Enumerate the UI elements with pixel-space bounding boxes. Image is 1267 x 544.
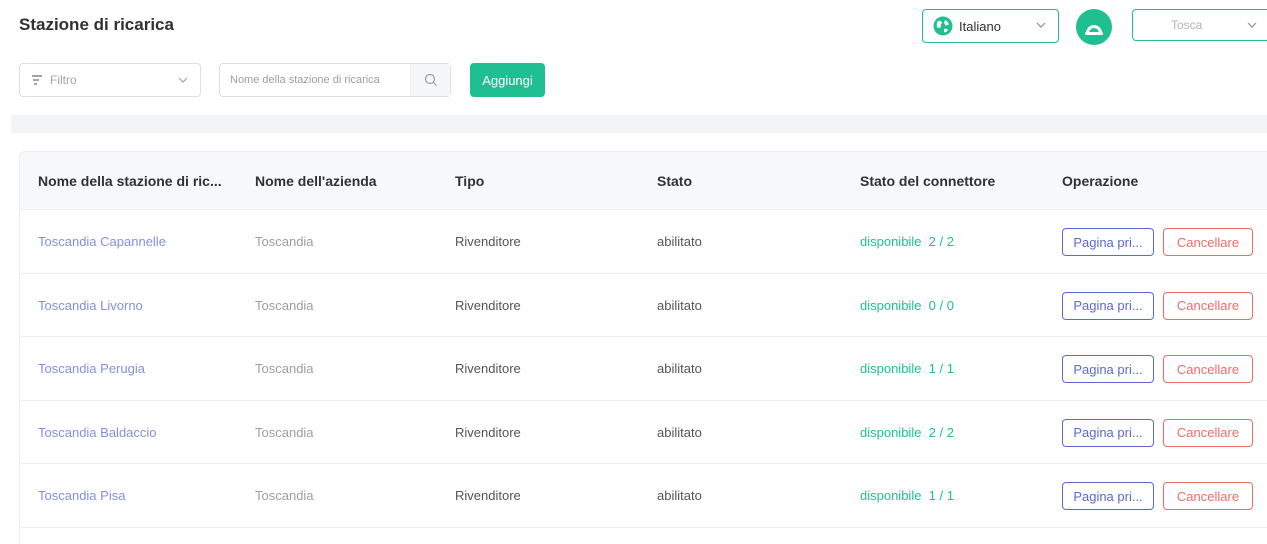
company-name: Toscandia (255, 424, 314, 440)
search-box (219, 63, 451, 97)
connector-status: disponibile 2 / 2 (860, 234, 954, 249)
user-icon (1085, 25, 1103, 35)
main-page-button[interactable]: Pagina pri... (1062, 418, 1154, 447)
chevron-down-icon (1036, 22, 1046, 28)
main-page-button[interactable]: Pagina pri... (1062, 355, 1154, 383)
station-name-link[interactable]: Toscandia Perugia (38, 361, 145, 376)
station-type: Rivenditore (455, 424, 521, 440)
station-type: Rivenditore (455, 488, 521, 503)
connector-count: 2 / 2 (928, 424, 954, 440)
company-name: Toscandia (255, 234, 314, 249)
connector-status: disponibile 1 / 1 (860, 488, 954, 503)
company-name: Toscandia (255, 297, 314, 313)
delete-button[interactable]: Cancellare (1163, 228, 1253, 256)
connector-status: disponibile 1 / 1 (860, 361, 954, 376)
filter-icon (32, 75, 42, 85)
station-name-link[interactable]: Toscandia Baldaccio (38, 425, 157, 440)
connector-status-label: disponibile (860, 361, 922, 376)
delete-button[interactable]: Cancellare (1163, 291, 1253, 320)
connector-status: disponibile 0 / 0 (860, 298, 954, 313)
add-button[interactable]: Aggiungi (470, 63, 545, 97)
table-row: Toscandia Perugia Toscandia Rivenditore … (20, 337, 1267, 401)
column-header-station-name[interactable]: Nome della stazione di ric... (38, 173, 222, 189)
globe-icon (933, 16, 953, 36)
table-row: Toscandia Pisa Toscandia Rivenditore abi… (20, 464, 1267, 528)
connector-status-label: disponibile (860, 234, 922, 249)
page-title: Stazione di ricarica (19, 15, 174, 34)
table-row: Toscandia Capannelle Toscandia Rivendito… (20, 210, 1267, 274)
station-status: abilitato (657, 297, 702, 313)
station-status: abilitato (657, 234, 702, 249)
filter-select[interactable]: Filtro (19, 63, 201, 97)
connector-status: disponibile 2 / 2 (860, 425, 954, 440)
connector-count: 0 / 0 (928, 297, 954, 313)
station-status: abilitato (657, 488, 702, 503)
column-header-operation: Operazione (1062, 173, 1139, 189)
search-icon (424, 73, 437, 86)
connector-status-label: disponibile (860, 488, 922, 503)
column-header-connector-status[interactable]: Stato del connettore (860, 173, 995, 189)
search-input[interactable] (220, 64, 410, 96)
chevron-down-icon (1247, 22, 1257, 28)
connector-status-label: disponibile (860, 297, 922, 313)
main-page-button[interactable]: Pagina pri... (1062, 291, 1154, 320)
table-row: Toscandia Baldaccio Toscandia Rivenditor… (20, 401, 1267, 464)
user-name: Tosca (1171, 18, 1203, 32)
station-type: Rivenditore (455, 361, 521, 376)
delete-button[interactable]: Cancellare (1163, 355, 1253, 383)
filter-placeholder: Filtro (50, 73, 77, 87)
avatar[interactable] (1076, 9, 1112, 45)
station-name-link[interactable]: Toscandia Livorno (38, 298, 143, 313)
chevron-down-icon (178, 77, 188, 83)
search-button[interactable] (410, 64, 450, 96)
user-menu[interactable]: Tosca (1132, 9, 1267, 41)
main-page-button[interactable]: Pagina pri... (1062, 482, 1154, 510)
station-name-link[interactable]: Toscandia Pisa (38, 488, 125, 503)
connector-count: 2 / 2 (928, 234, 954, 249)
company-name: Toscandia (255, 361, 314, 376)
table-header: Nome della stazione di ric... Nome dell'… (20, 152, 1267, 210)
station-status: abilitato (657, 424, 702, 440)
station-status: abilitato (657, 361, 702, 376)
connector-count: 1 / 1 (928, 488, 954, 503)
station-type: Rivenditore (455, 234, 521, 249)
divider-band (11, 115, 1267, 133)
stations-table: Nome della stazione di ric... Nome dell'… (19, 151, 1267, 544)
connector-count: 1 / 1 (928, 361, 954, 376)
station-name-link[interactable]: Toscandia Capannelle (38, 234, 166, 249)
main-page-button[interactable]: Pagina pri... (1062, 228, 1154, 256)
column-header-company[interactable]: Nome dell'azienda (255, 173, 377, 189)
station-type: Rivenditore (455, 297, 521, 313)
delete-button[interactable]: Cancellare (1163, 418, 1253, 447)
connector-status-label: disponibile (860, 424, 922, 440)
column-header-status[interactable]: Stato (657, 173, 692, 189)
language-label: Italiano (959, 18, 1001, 34)
column-header-type[interactable]: Tipo (455, 173, 484, 189)
company-name: Toscandia (255, 488, 314, 503)
delete-button[interactable]: Cancellare (1163, 482, 1253, 510)
table-row: Toscandia Livorno Toscandia Rivenditore … (20, 274, 1267, 337)
language-select[interactable]: Italiano (922, 9, 1059, 43)
